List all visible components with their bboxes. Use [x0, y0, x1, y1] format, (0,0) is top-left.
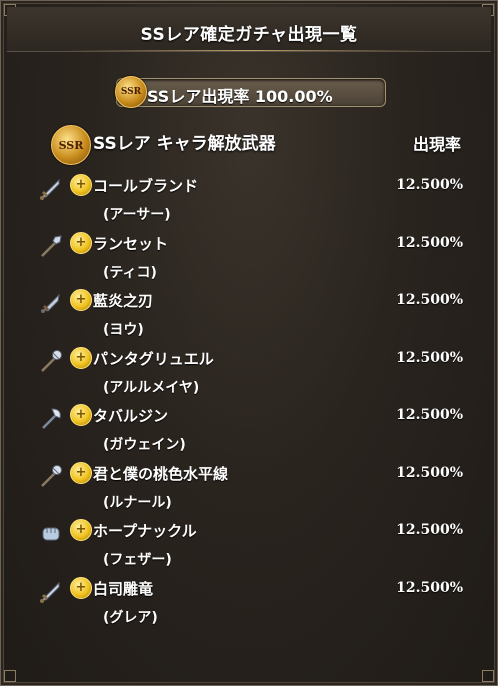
character-name: (グレア) [103, 609, 158, 626]
drop-rate: 12.500% [396, 464, 463, 481]
weapon-name: ランセット [93, 234, 169, 253]
weapon-list-item: + パンタグリュエル (アルルメイヤ) 12.500% [1, 344, 498, 402]
weapon-list: + コールブランド (アーサー) 12.500% + ランセット (ティコ) 12.500% +… [1, 171, 498, 631]
light-element-icon: + [70, 461, 92, 484]
light-element-icon: + [70, 576, 92, 599]
weapon-name: コールブランド [93, 177, 199, 195]
weapon-list-item: + タバルジン (ガウェイン) 12.500% [1, 401, 498, 459]
weapon-name: ホープナックル [93, 522, 197, 540]
dialog-title: SSレア確定ガチャ出現一覧 [140, 25, 358, 45]
light-element-icon: + [70, 346, 92, 369]
weapon-name: 白司雕竜 [93, 579, 154, 598]
section-title: SSレア キャラ解放武器 [93, 134, 276, 154]
staff-icon [38, 463, 64, 489]
light-element-icon: + [70, 404, 92, 426]
rate-column-header: 出現率 [412, 135, 461, 154]
weapon-name: パンタグリュエル [93, 349, 214, 368]
staff-icon [38, 348, 64, 374]
drop-rate: 12.500% [396, 579, 463, 596]
weapon-list-item: + コールブランド (アーサー) 12.500% [1, 171, 498, 229]
character-name: (アーサー) [103, 207, 171, 223]
drop-rate: 12.500% [396, 234, 463, 251]
light-element-icon: + [70, 174, 92, 196]
axe-icon [38, 405, 64, 431]
character-name: (アルルメイヤ) [103, 379, 200, 396]
light-element-icon: + [70, 231, 92, 254]
spear-icon [38, 233, 64, 259]
weapon-list-item: + 君と僕の桃色水平線 (ルナール) 12.500% [1, 459, 498, 517]
ssr-badge-icon: SSR [51, 125, 91, 165]
gacha-rate-dialog: SSレア確定ガチャ出現一覧 SSR SSレア出現率 100.00% SSR SS… [0, 0, 498, 686]
light-element-icon: + [70, 519, 92, 541]
dagger-icon [38, 290, 64, 316]
corner-ornament [482, 670, 494, 682]
ssr-rate-summary: SSR SSレア出現率 100.00% [115, 76, 386, 108]
drop-rate: 12.500% [396, 177, 463, 193]
character-name: (ガウェイン) [103, 437, 186, 453]
weapon-name: 君と僕の桃色水平線 [93, 464, 229, 483]
ssr-rate-label: SSレア出現率 100.00% [147, 87, 333, 106]
weapon-name: タバルジン [93, 407, 169, 425]
weapon-name: 藍炎之刃 [93, 292, 154, 310]
character-name: (ティコ) [103, 264, 157, 281]
drop-rate: 12.500% [396, 522, 463, 538]
character-name: (フェザー) [103, 552, 172, 568]
drop-rate: 12.500% [396, 407, 463, 423]
sword-icon [38, 578, 64, 604]
character-name: (ルナール) [103, 494, 172, 511]
character-name: (ヨウ) [103, 322, 144, 338]
drop-rate: 12.500% [396, 292, 463, 308]
title-bar: SSレア確定ガチャ出現一覧 [7, 7, 491, 52]
title-divider [67, 50, 431, 51]
light-element-icon: + [70, 289, 92, 311]
weapon-list-item: + 藍炎之刃 (ヨウ) 12.500% [1, 286, 498, 344]
ssr-badge-icon: SSR [115, 76, 147, 108]
sword-icon [38, 175, 64, 201]
corner-ornament [4, 670, 16, 682]
weapon-list-item: + ランセット (ティコ) 12.500% [1, 229, 498, 287]
weapon-list-item: + 白司雕竜 (グレア) 12.500% [1, 574, 498, 632]
weapon-list-item: + ホープナックル (フェザー) 12.500% [1, 516, 498, 574]
fist-icon [38, 520, 64, 546]
drop-rate: 12.500% [396, 349, 463, 366]
